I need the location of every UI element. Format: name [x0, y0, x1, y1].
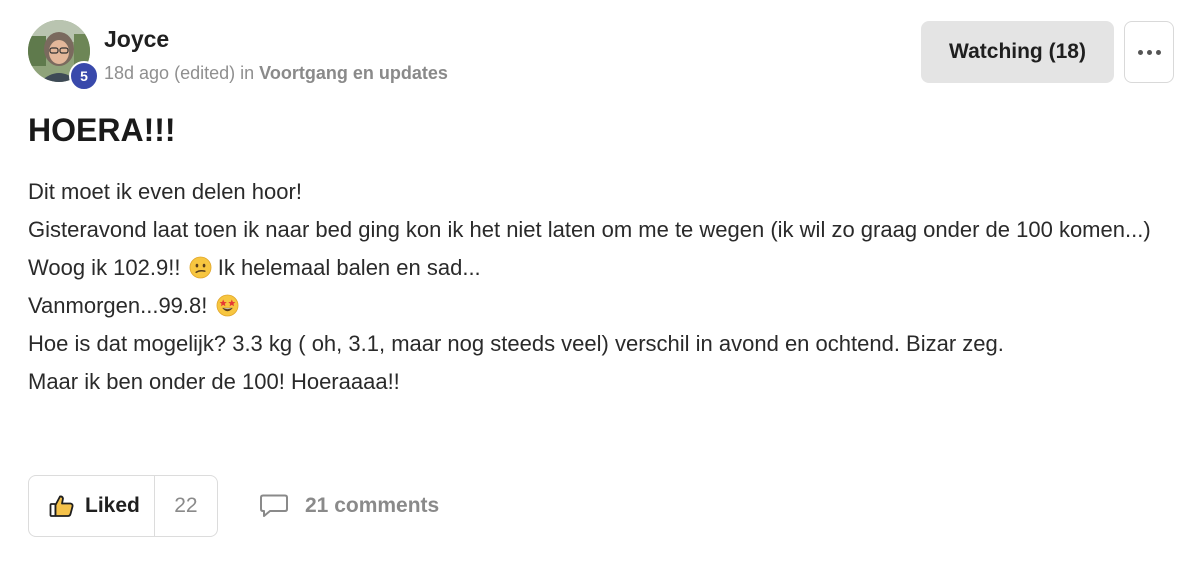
post-time[interactable]: 18d ago: [104, 63, 169, 83]
more-options-button[interactable]: [1124, 21, 1174, 83]
edited-label: (edited): [174, 63, 236, 83]
category-link[interactable]: Voortgang en updates: [259, 63, 448, 83]
thumbs-up-icon: [49, 495, 74, 517]
body-line-text: Vanmorgen...99.8!: [28, 293, 208, 318]
body-line: Vanmorgen...99.8!: [28, 287, 1168, 325]
body-line: Gisteravond laat toen ik naar bed ging k…: [28, 217, 1151, 242]
comments-link[interactable]: 21 comments: [259, 490, 439, 522]
like-count[interactable]: 22: [155, 476, 217, 536]
in-label: in: [240, 63, 255, 83]
like-button[interactable]: Liked: [29, 476, 155, 536]
comments-label: 21 comments: [305, 494, 440, 517]
post-meta: 18d ago (edited) in Voortgang en updates: [104, 63, 448, 84]
body-line-text: Ik helemaal balen en sad...: [217, 255, 481, 280]
like-group: Liked 22: [28, 475, 218, 537]
level-badge: 5: [69, 61, 99, 91]
body-line: Woog ik 102.9!! Ik helemaal balen en sad…: [28, 249, 1168, 287]
post-body: Dit moet ik even delen hoor! Gisteravond…: [28, 173, 1168, 401]
star-struck-emoji-icon: [216, 294, 238, 317]
author-avatar-wrap[interactable]: 5: [28, 20, 99, 91]
watching-button[interactable]: Watching (18): [921, 21, 1114, 83]
author-name[interactable]: Joyce: [104, 26, 169, 53]
more-dots-icon: [1136, 49, 1163, 55]
body-line-text: Woog ik 102.9!!: [28, 255, 181, 280]
post-title: HOERA!!!: [28, 112, 176, 148]
body-line: Dit moet ik even delen hoor!: [28, 179, 302, 204]
body-line: Hoe is dat mogelijk? 3.3 kg ( oh, 3.1, m…: [28, 331, 1004, 356]
body-line: Maar ik ben onder de 100! Hoeraaaa!!: [28, 369, 400, 394]
comment-bubble-icon: [260, 494, 288, 517]
confused-face-emoji-icon: [189, 256, 212, 279]
like-label: Liked: [85, 494, 140, 517]
